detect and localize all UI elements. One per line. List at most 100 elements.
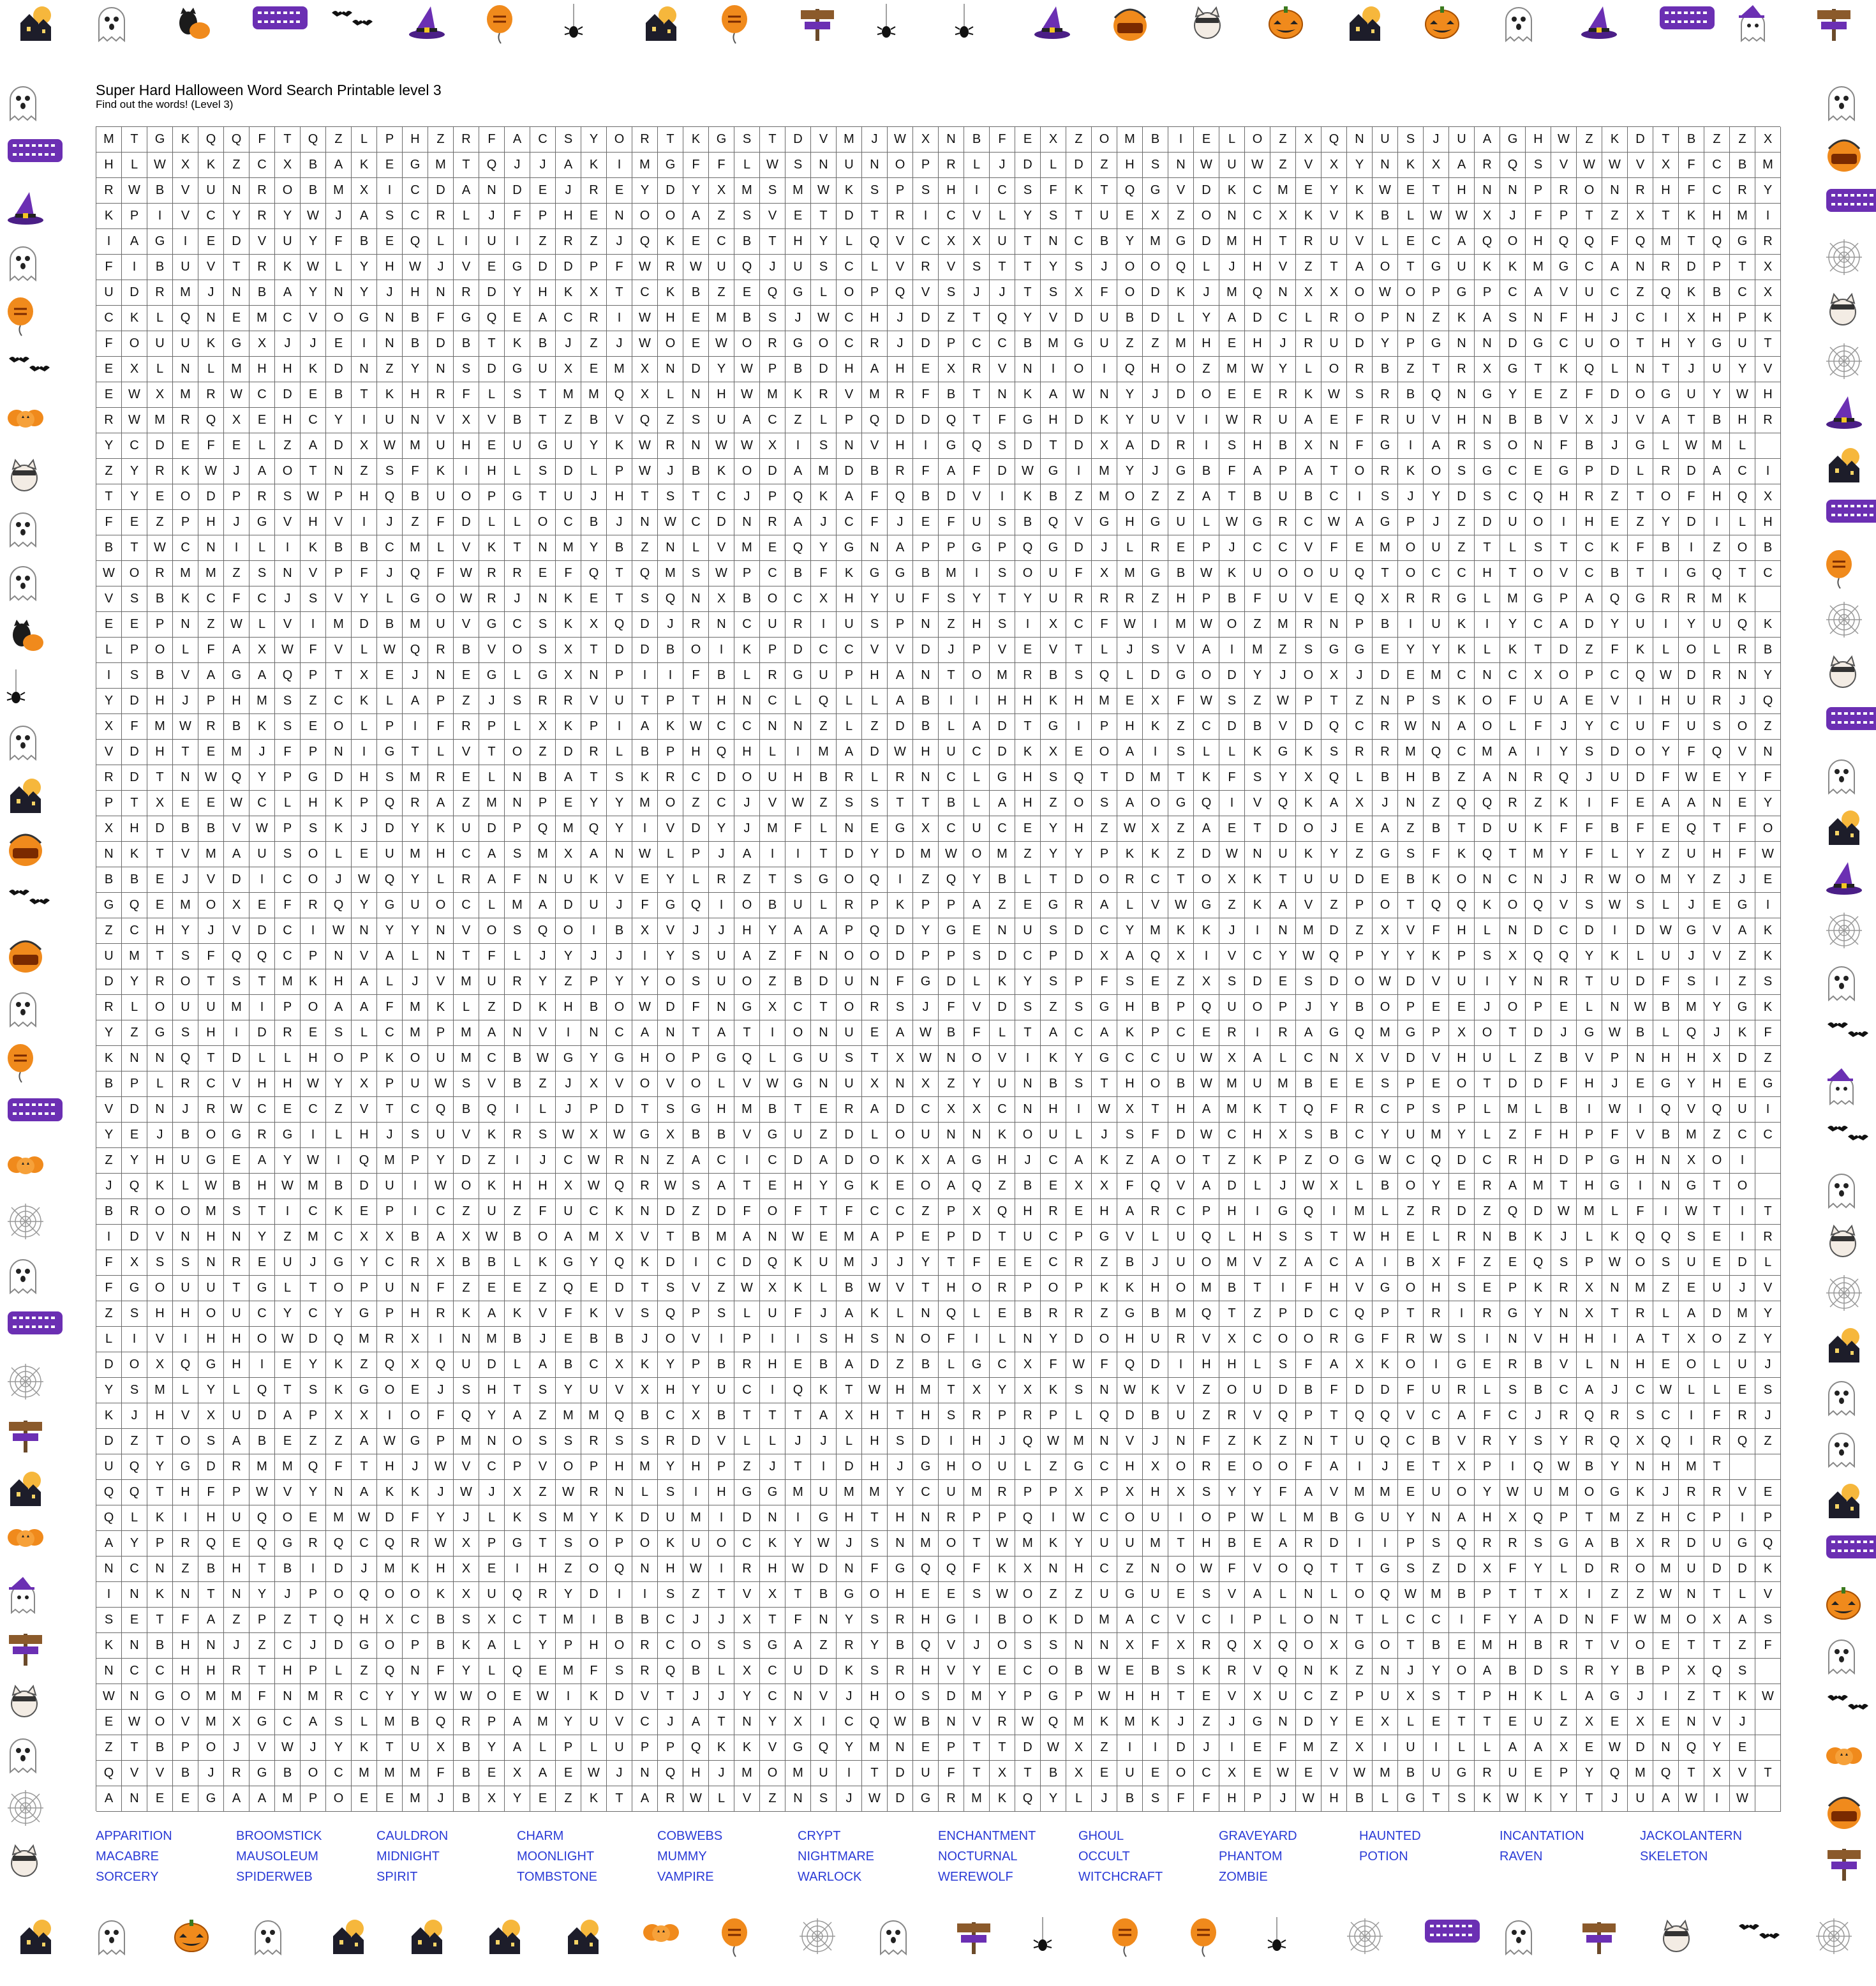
grid-cell: Z xyxy=(760,944,785,969)
grid-cell: P xyxy=(1398,1097,1424,1123)
grid-cell: R xyxy=(1755,1225,1781,1250)
grid-cell: B xyxy=(1398,1250,1424,1276)
grid-cell: U xyxy=(428,1046,454,1071)
grid-cell: T xyxy=(632,1276,658,1301)
grid-cell: B xyxy=(785,561,811,586)
grid-cell: U xyxy=(454,816,479,842)
grid-cell: O xyxy=(1373,995,1398,1020)
grid-cell: L xyxy=(1270,1505,1296,1531)
grid-cell: Q xyxy=(734,255,760,280)
grid-cell: O xyxy=(1628,1633,1653,1659)
grid-cell: L xyxy=(479,765,505,791)
grid-cell: P xyxy=(1066,1684,1092,1710)
grid-cell: R xyxy=(1143,1199,1168,1225)
grid-cell: O xyxy=(1398,1174,1424,1199)
grid-cell: P xyxy=(505,1454,530,1480)
grid-cell: Q xyxy=(326,893,352,918)
grid-cell: J xyxy=(964,1633,990,1659)
grid-cell: I xyxy=(403,1199,428,1225)
grid-cell: F xyxy=(1730,842,1755,867)
grid-cell: N xyxy=(1373,153,1398,178)
grid-cell: I xyxy=(964,689,990,714)
grid-cell: L xyxy=(198,357,224,382)
ghost-icon xyxy=(1825,83,1858,124)
grid-cell: S xyxy=(734,127,760,153)
grid-cell: D xyxy=(1500,331,1526,357)
grid-cell: F xyxy=(403,1505,428,1531)
grid-cell: J xyxy=(377,561,403,586)
grid-cell: N xyxy=(1398,791,1424,816)
grid-cell: R xyxy=(249,255,275,280)
trick-or-treat-balloon-icon xyxy=(720,1917,748,1961)
grid-cell: Q xyxy=(1424,740,1449,765)
grid-cell: Q xyxy=(224,765,249,791)
grid-cell: U xyxy=(1092,306,1117,331)
grid-cell: S xyxy=(1398,842,1424,867)
grid-cell: X xyxy=(530,714,556,740)
grid-cell: I xyxy=(96,663,122,689)
grid-cell: O xyxy=(1628,1557,1653,1582)
grid-cell: D xyxy=(760,459,785,484)
grid-cell: C xyxy=(122,1557,147,1582)
grid-cell: I xyxy=(1245,918,1270,944)
grid-cell: U xyxy=(479,969,505,995)
trick-or-treat-bucket-icon xyxy=(1825,1792,1863,1833)
grid-cell: W xyxy=(1755,842,1781,867)
grid-cell: J xyxy=(658,1710,683,1735)
grid-cell: G xyxy=(1347,1633,1373,1659)
grid-cell: I xyxy=(301,918,326,944)
grid-cell: J xyxy=(1730,1276,1755,1301)
grid-cell: H xyxy=(581,1633,607,1659)
grid-cell: F xyxy=(1475,1403,1500,1429)
grid-cell: U xyxy=(785,1659,811,1684)
grid-cell: M xyxy=(224,740,249,765)
grid-cell: L xyxy=(1475,1378,1500,1403)
grid-cell: I xyxy=(1628,689,1653,714)
grid-cell: Q xyxy=(1577,1403,1602,1429)
grid-cell: T xyxy=(505,535,530,561)
grid-cell: Q xyxy=(785,535,811,561)
grid-cell: M xyxy=(173,893,198,918)
grid-cell: H xyxy=(913,1608,939,1633)
grid-cell: V xyxy=(1117,1429,1143,1454)
grid-cell: Y xyxy=(1602,1659,1628,1684)
grid-cell: J xyxy=(1577,765,1602,791)
grid-cell: M xyxy=(352,1761,377,1786)
grid-cell: X xyxy=(607,1225,632,1250)
grid-cell: I xyxy=(1577,1582,1602,1608)
grid-cell: P xyxy=(1066,969,1092,995)
grid-cell: V xyxy=(760,791,785,816)
grid-cell: M xyxy=(632,153,658,178)
grid-cell: I xyxy=(709,638,734,663)
grid-cell: H xyxy=(224,1352,249,1378)
grid-cell: C xyxy=(1424,229,1449,255)
grid-cell: B xyxy=(96,1199,122,1225)
grid-cell: O xyxy=(658,969,683,995)
grid-cell: Y xyxy=(1270,357,1296,382)
grid-cell: D xyxy=(198,1454,224,1480)
grid-cell: I xyxy=(1755,1097,1781,1123)
grid-cell: H xyxy=(862,1403,888,1429)
grid-cell: A xyxy=(530,306,556,331)
grid-cell: D xyxy=(1628,127,1653,153)
grid-cell: Q xyxy=(377,1531,403,1557)
grid-cell: Q xyxy=(632,229,658,255)
grid-cell: P xyxy=(964,1505,990,1531)
grid-cell: D xyxy=(479,816,505,842)
grid-cell: X xyxy=(1373,918,1398,944)
grid-cell: Y xyxy=(1526,1557,1551,1582)
grid-cell: C xyxy=(1679,1505,1704,1531)
grid-cell: F xyxy=(1602,1608,1628,1633)
grid-cell: Z xyxy=(990,1174,1015,1199)
grid-cell: X xyxy=(1092,433,1117,459)
grid-cell: E xyxy=(1755,867,1781,893)
grid-cell: P xyxy=(1704,1505,1730,1531)
spiderweb-icon xyxy=(1825,238,1863,280)
grid-cell: D xyxy=(888,408,913,433)
grid-cell: W xyxy=(632,331,658,357)
grid-cell: N xyxy=(632,1761,658,1786)
grid-cell: Q xyxy=(1704,740,1730,765)
grid-cell: L xyxy=(1270,1582,1296,1608)
grid-cell: V xyxy=(734,1582,760,1608)
grid-cell: H xyxy=(1321,1276,1347,1301)
